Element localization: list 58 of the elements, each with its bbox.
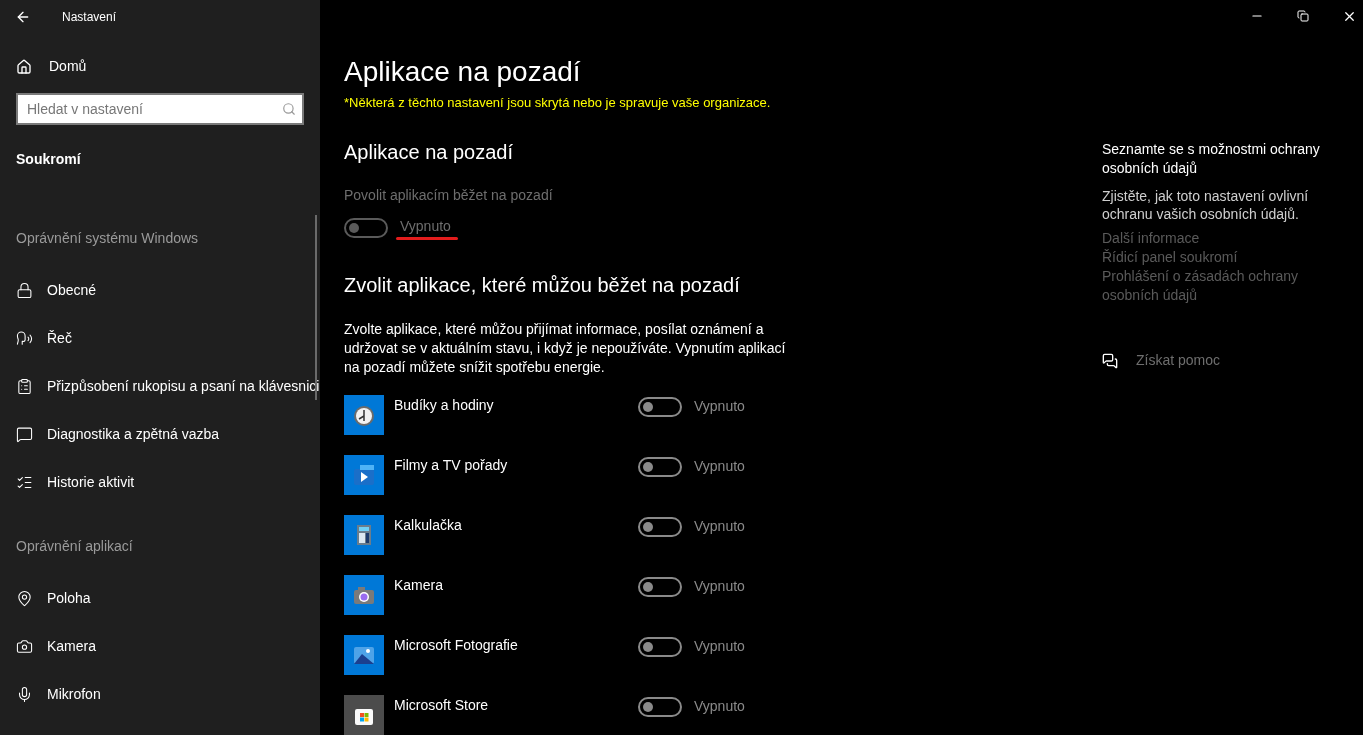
photo-icon <box>344 634 384 675</box>
help-link[interactable]: Získat pomoc <box>1102 350 1332 371</box>
setting-label: Povolit aplikacím běžet na pozadí <box>344 185 554 205</box>
play-icon <box>344 454 384 495</box>
person-speaking-icon <box>16 329 33 347</box>
section-heading: Zvolit aplikace, které můžou běžet na pozadí <box>344 272 741 298</box>
home-item[interactable]: Domů <box>16 56 320 77</box>
aside-heading: Seznamte se s možnostmi ochrany osobních údajů <box>1102 140 1321 178</box>
page-title: Aplikace na pozadí <box>344 55 582 89</box>
toggle-switch[interactable] <box>638 636 682 657</box>
sidebar-item[interactable]: Přizpůsobení rukopisu a psaní na klávesnici <box>0 362 320 410</box>
toggle-switch[interactable] <box>638 396 682 417</box>
window-title: Nastavení <box>62 9 117 26</box>
section-heading: Aplikace na pozadí <box>344 139 514 165</box>
toggle-switch[interactable] <box>638 576 682 597</box>
sidebar-item[interactable]: Poloha <box>0 574 320 622</box>
toggle-state-text: Vypnuto <box>694 517 745 536</box>
toggle-state-text: Vypnuto <box>694 397 745 416</box>
camera-icon <box>344 574 384 615</box>
toggle-switch[interactable] <box>638 456 682 477</box>
section-heading: Oprávnění aplikací <box>16 537 134 556</box>
toggle-state-text: Vypnuto <box>694 577 745 596</box>
aside-text: Zjistěte, jak toto nastavení ovlivní ochranu vašich osobních údajů. <box>1102 187 1310 223</box>
camera-icon <box>16 637 33 655</box>
sidebar-item[interactable]: Diagnostika a zpětná vazba <box>0 410 320 458</box>
toggle-state-text: Vypnuto <box>694 697 745 716</box>
microphone-icon <box>16 685 33 703</box>
app-name: Filmy a TV pořady <box>394 455 509 475</box>
map-pin-icon <box>16 589 33 607</box>
back-arrow-icon <box>15 9 31 25</box>
toggle-state-text: Vypnuto <box>694 457 745 476</box>
restore-icon <box>1297 10 1309 22</box>
toggle-switch[interactable] <box>638 696 682 717</box>
section-heading: Oprávnění systému Windows <box>16 229 200 248</box>
sidebar-item[interactable]: Řeč <box>0 314 320 362</box>
home-icon <box>16 58 32 75</box>
sidebar-item[interactable]: Kamera <box>0 622 320 670</box>
sidebar-item[interactable]: Obecné <box>0 266 320 314</box>
clock-icon <box>344 394 384 435</box>
description-text: Zvolte aplikace, které můžou přijímat informace, posílat oznámení a udržovat se v aktuálním stavu, i když je nepoužíváte. Vypnutím aplikací na pozadí můžete snížit spotřebu energie. <box>344 319 787 377</box>
app-name: Microsoft Fotografie <box>394 635 519 655</box>
category-heading: Soukromí <box>16 150 82 169</box>
app-name: Microsoft Store <box>394 695 490 715</box>
clipboard-icon <box>16 377 33 395</box>
toggle-state-text: Vypnuto <box>400 216 452 236</box>
toggle-switch[interactable] <box>638 516 682 537</box>
toggle-state-text: Vypnuto <box>694 637 745 656</box>
calculator-icon <box>344 514 384 555</box>
app-name: Kamera <box>394 575 445 595</box>
sidebar-item[interactable]: Historie aktivit <box>0 458 320 506</box>
app-name: Kalkulačka <box>394 515 463 535</box>
app-name: Budíky a hodiny <box>394 395 495 415</box>
sidebar-item[interactable]: Mikrofon <box>0 670 320 718</box>
lock-icon <box>16 281 33 299</box>
help-icon <box>1102 352 1118 369</box>
notice-text: *Některá z těchto nastavení jsou skrytá nebo je spravuje vaše organizace. <box>344 94 772 112</box>
underline-annotation <box>396 236 458 240</box>
search-field[interactable]: Hledat v nastavení <box>16 93 304 125</box>
